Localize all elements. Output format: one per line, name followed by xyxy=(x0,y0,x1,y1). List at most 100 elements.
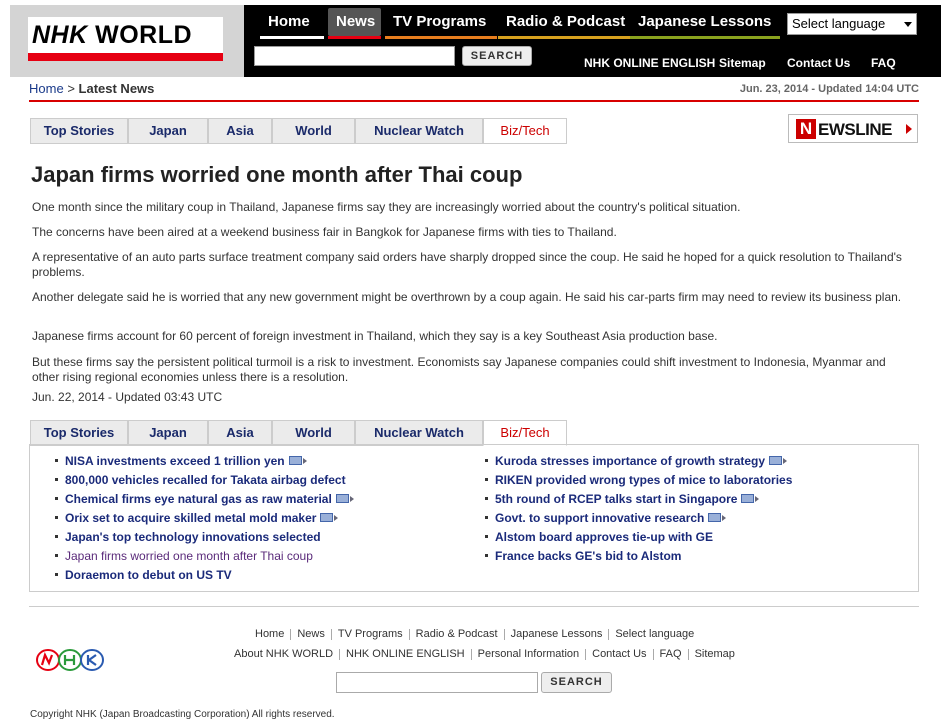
search-input[interactable] xyxy=(254,46,455,66)
separator xyxy=(503,628,505,640)
header-link-sitemap[interactable]: Sitemap xyxy=(719,56,766,70)
nav-tab-label: News xyxy=(336,13,376,30)
list-item[interactable]: Doraemon to debut on US TV xyxy=(55,568,232,582)
article-paragraph: The concerns have been aired at a weeken… xyxy=(32,225,617,239)
footer-links-row2: About NHK WORLD NHK ONLINE ENGLISH Persona… xyxy=(234,648,735,660)
tab-top-stories[interactable]: Top Stories xyxy=(30,118,128,144)
tab-japan[interactable]: Japan xyxy=(128,420,208,446)
list-item-title: 800,000 vehicles recalled for Takata air… xyxy=(65,473,346,487)
separator xyxy=(339,648,341,660)
play-icon xyxy=(783,457,788,464)
bullet-icon xyxy=(55,554,58,558)
separator xyxy=(290,628,292,640)
breadcrumb-current: Latest News xyxy=(78,81,155,96)
tab-asia[interactable]: Asia xyxy=(208,118,272,144)
list-item-title: Orix set to acquire skilled metal mold m… xyxy=(65,511,317,525)
video-icon xyxy=(741,494,755,504)
video-icon xyxy=(769,456,783,466)
play-icon xyxy=(755,495,760,502)
video-icon xyxy=(288,456,302,466)
tab-top-stories[interactable]: Top Stories xyxy=(30,420,128,446)
tab-asia[interactable]: Asia xyxy=(208,420,272,446)
article-paragraph: Another delegate said he is worried that… xyxy=(32,290,902,304)
article-paragraph: But these firms say the persistent polit… xyxy=(32,355,886,384)
footer-link-japanese-lessons[interactable]: Japanese Lessons xyxy=(511,628,603,640)
list-item[interactable]: Alstom board approves tie-up with GE xyxy=(485,530,713,544)
bullet-icon xyxy=(485,478,488,482)
tab-nuclear-watch[interactable]: Nuclear Watch xyxy=(355,420,483,446)
article-paragraph: Japanese firms account for 60 percent of… xyxy=(32,329,718,343)
list-item[interactable]: Chemical firms eye natural gas as raw ma… xyxy=(55,492,354,506)
list-item-title: Japan's top technology innovations selec… xyxy=(65,530,321,544)
tab-world[interactable]: World xyxy=(272,118,355,144)
list-item[interactable]: 800,000 vehicles recalled for Takata air… xyxy=(55,473,346,487)
nhk-world-logo[interactable]: NHK WORLD xyxy=(28,17,223,61)
nav-tab-home[interactable]: Home xyxy=(260,8,324,39)
separator xyxy=(585,648,587,660)
footer-link-nhk-online-english[interactable]: NHK ONLINE ENGLISH xyxy=(346,648,465,660)
footer-link-radio-podcast[interactable]: Radio & Podcast xyxy=(416,628,498,640)
logo-area: NHK WORLD xyxy=(10,5,244,77)
breadcrumb-home[interactable]: Home xyxy=(29,81,64,96)
list-item[interactable]: NISA investments exceed 1 trillion yen xyxy=(55,454,307,468)
list-item[interactable]: RIKEN provided wrong types of mice to la… xyxy=(485,473,792,487)
nav-tab-japanese-lessons[interactable]: Japanese Lessons xyxy=(630,8,780,39)
play-icon xyxy=(334,514,339,521)
bullet-icon xyxy=(55,478,58,482)
header-link-nhk-online-english[interactable]: NHK ONLINE ENGLISH xyxy=(584,56,715,70)
tab-nuclear-watch[interactable]: Nuclear Watch xyxy=(355,118,483,144)
footer-link-select-language[interactable]: Select language xyxy=(615,628,694,640)
newsline-n: N xyxy=(796,119,816,139)
list-item-title: 5th round of RCEP talks start in Singapo… xyxy=(495,492,738,506)
list-item-title: NISA investments exceed 1 trillion yen xyxy=(65,454,285,468)
nav-tab-news[interactable]: News xyxy=(328,8,381,39)
nav-tab-tv-programs[interactable]: TV Programs xyxy=(385,8,497,39)
tab-biz-tech[interactable]: Biz/Tech xyxy=(483,118,567,144)
nav-tab-underline xyxy=(630,36,780,39)
separator xyxy=(608,628,610,640)
nav-tab-underline xyxy=(498,36,638,39)
footer-link-home[interactable]: Home xyxy=(255,628,284,640)
separator xyxy=(687,648,689,660)
search-button[interactable]: SEARCH xyxy=(462,46,532,66)
tab-world[interactable]: World xyxy=(272,420,355,446)
tab-biz-tech[interactable]: Biz/Tech xyxy=(483,420,567,446)
divider xyxy=(29,100,919,102)
list-item[interactable]: France backs GE's bid to Alstom xyxy=(485,549,681,563)
list-item[interactable]: Kuroda stresses importance of growth str… xyxy=(485,454,788,468)
nhk-logo-icon[interactable] xyxy=(36,647,104,673)
bullet-icon xyxy=(55,573,58,577)
article-date: Jun. 22, 2014 - Updated 03:43 UTC xyxy=(32,390,223,404)
bullet-icon xyxy=(55,459,58,463)
newsline-banner[interactable]: N EWSLINE xyxy=(788,114,918,143)
list-item-title: Kuroda stresses importance of growth str… xyxy=(495,454,766,468)
header-link-contact-us[interactable]: Contact Us xyxy=(787,56,850,70)
list-item[interactable]: 5th round of RCEP talks start in Singapo… xyxy=(485,492,760,506)
footer-link-faq[interactable]: FAQ xyxy=(660,648,682,660)
footer-search-button[interactable]: SEARCH xyxy=(541,672,612,693)
logo-red-bar xyxy=(28,53,223,61)
header-link-faq[interactable]: FAQ xyxy=(871,56,896,70)
language-select[interactable]: Select language xyxy=(787,13,917,35)
list-item[interactable]: Japan firms worried one month after Thai… xyxy=(55,549,313,563)
video-icon xyxy=(708,513,722,523)
footer-link-contact-us[interactable]: Contact Us xyxy=(592,648,646,660)
site-header: NHK WORLD Home News TV Programs Radio & … xyxy=(10,5,941,77)
footer-link-tv-programs[interactable]: TV Programs xyxy=(338,628,403,640)
bullet-icon xyxy=(485,554,488,558)
list-item[interactable]: Govt. to support innovative research xyxy=(485,511,727,525)
list-item-title: Doraemon to debut on US TV xyxy=(65,568,232,582)
footer-link-sitemap[interactable]: Sitemap xyxy=(695,648,735,660)
nav-tab-radio-podcast[interactable]: Radio & Podcast xyxy=(498,8,638,39)
footer-link-personal-information[interactable]: Personal Information xyxy=(478,648,580,660)
footer-link-news[interactable]: News xyxy=(297,628,325,640)
list-item-title: Japan firms worried one month after Thai… xyxy=(65,549,313,563)
tab-japan[interactable]: Japan xyxy=(128,118,208,144)
bullet-icon xyxy=(55,516,58,520)
list-item-title: France backs GE's bid to Alstom xyxy=(495,549,682,563)
footer-link-about[interactable]: About NHK WORLD xyxy=(234,648,333,660)
list-item[interactable]: Japan's top technology innovations selec… xyxy=(55,530,321,544)
article-headline: Japan firms worried one month after Thai… xyxy=(31,162,523,187)
list-item[interactable]: Orix set to acquire skilled metal mold m… xyxy=(55,511,339,525)
footer-search-input[interactable] xyxy=(336,672,538,693)
